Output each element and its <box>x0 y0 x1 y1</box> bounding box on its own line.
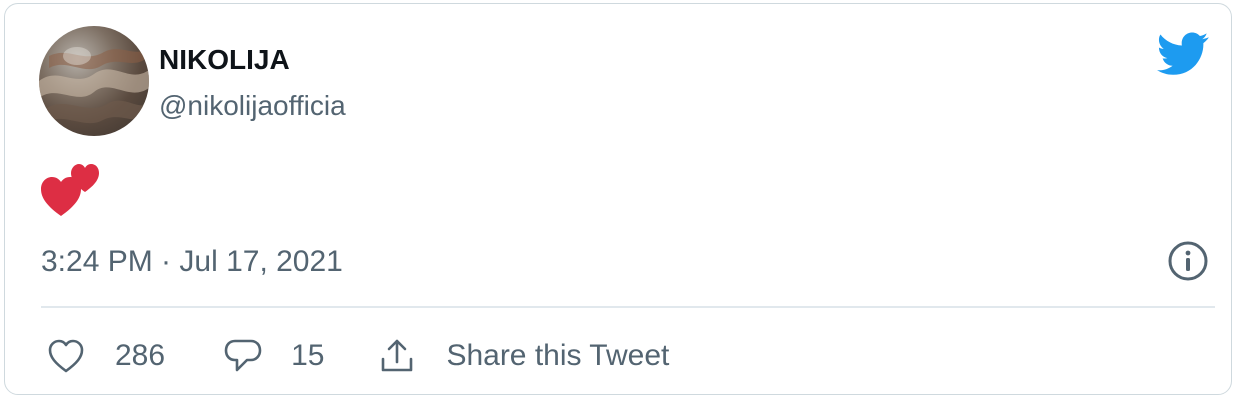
like-button[interactable]: 286 <box>47 336 165 376</box>
author-name[interactable]: NIKOLIJA <box>159 42 290 78</box>
share-button[interactable]: Share this Tweet <box>378 336 669 376</box>
tweet-timestamp[interactable]: 3:24 PM · Jul 17, 2021 <box>41 242 343 282</box>
avatar[interactable] <box>39 26 149 136</box>
heart-outline-icon <box>48 339 84 373</box>
speech-bubble-icon <box>224 339 262 372</box>
tweet-card: NIKOLIJA @nikolijaofficia 3:24 PM · Jul … <box>4 3 1232 395</box>
share-label: Share this Tweet <box>446 339 670 372</box>
action-bar: 286 15 Share this Tweet <box>47 334 669 378</box>
two-hearts-emoji <box>41 162 105 218</box>
avatar-image <box>39 47 149 124</box>
info-icon[interactable] <box>1167 240 1209 282</box>
reply-button[interactable]: 15 <box>223 336 324 376</box>
like-count: 286 <box>115 339 166 372</box>
share-upload-icon <box>382 339 413 372</box>
twitter-bird-icon[interactable] <box>1156 32 1209 76</box>
author-handle[interactable]: @nikolijaofficia <box>159 88 346 124</box>
reply-count: 15 <box>291 339 325 372</box>
divider <box>41 306 1215 308</box>
